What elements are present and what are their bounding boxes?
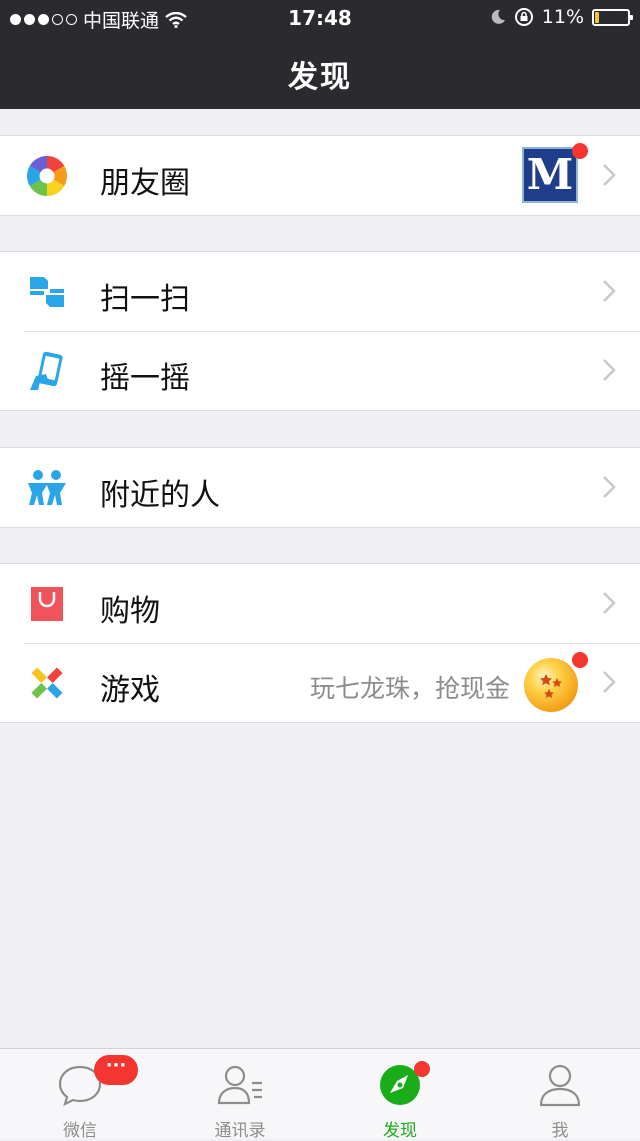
list-item-label: 购物: [100, 594, 160, 629]
chevron-right-icon: [603, 671, 616, 693]
group-nearby: 附近的人: [0, 447, 640, 528]
unread-badge: ···: [94, 1055, 138, 1085]
status-right: 11%: [490, 6, 633, 28]
contacts-icon: [217, 1065, 262, 1105]
tab-label: 我: [551, 1121, 569, 1141]
list-item-label: 摇一摇: [100, 361, 190, 396]
list-item-people-nearby[interactable]: 附近的人: [0, 448, 640, 527]
chevron-right-icon: [603, 592, 616, 614]
unread-dot: [572, 652, 588, 668]
person-icon: [539, 1064, 581, 1107]
shopping-bag-icon: [31, 587, 63, 621]
group-shopping-games: 购物 游戏 玩七龙珠，抢现金: [0, 563, 640, 723]
tab-label: 发现: [383, 1121, 417, 1141]
tab-discover[interactable]: 发现: [320, 1049, 480, 1141]
group-scan-shake: 扫一扫 摇一摇: [0, 251, 640, 411]
shake-phone-icon: [30, 351, 63, 390]
unread-dot: [414, 1061, 430, 1077]
games-icon: [31, 667, 63, 699]
battery-percent: 11%: [541, 6, 584, 28]
chevron-right-icon: [603, 164, 616, 186]
tab-me[interactable]: 我: [480, 1049, 640, 1141]
battery-icon: [592, 8, 633, 26]
tab-bar: ··· 微信 通讯录 发现 我: [0, 1048, 640, 1141]
chevron-right-icon: [603, 476, 616, 498]
tab-label: 微信: [63, 1121, 97, 1141]
list-item-label: 朋友圈: [100, 166, 190, 201]
tab-contacts[interactable]: 通讯录: [160, 1049, 320, 1141]
dragon-ball-thumbnail: [524, 658, 578, 712]
list-item-shopping[interactable]: 购物: [0, 564, 640, 643]
star-icon: [540, 674, 562, 698]
list-item-moments[interactable]: 朋友圈 M: [0, 136, 640, 215]
list-item-games[interactable]: 游戏 玩七龙珠，抢现金: [0, 643, 640, 722]
tab-chats[interactable]: ··· 微信: [0, 1049, 160, 1141]
group-moments: 朋友圈 M: [0, 135, 640, 216]
games-promo-text: 玩七龙珠，抢现金: [309, 674, 510, 703]
list-item-shake[interactable]: 摇一摇: [0, 331, 640, 410]
do-not-disturb-moon-icon: [491, 9, 505, 24]
rotation-lock-icon: [514, 8, 533, 26]
people-nearby-icon: [28, 470, 66, 505]
tab-label: 通讯录: [214, 1121, 266, 1141]
chevron-right-icon: [603, 280, 616, 302]
list-item-scan[interactable]: 扫一扫: [0, 252, 640, 331]
moments-aperture-icon: [27, 156, 67, 196]
moments-latest-thumbnail: M: [522, 147, 578, 203]
list-item-label: 游戏: [100, 673, 160, 708]
page-title: 发现: [288, 60, 352, 95]
list-item-label: 扫一扫: [100, 282, 190, 317]
chevron-right-icon: [603, 359, 616, 381]
unread-dot: [572, 143, 588, 159]
scan-icon: [30, 277, 64, 307]
list-item-label: 附近的人: [100, 478, 220, 513]
top-bar: 中国联通 17:48 11% 发现: [0, 0, 640, 109]
status-bar: 中国联通 17:48 11%: [0, 0, 640, 36]
